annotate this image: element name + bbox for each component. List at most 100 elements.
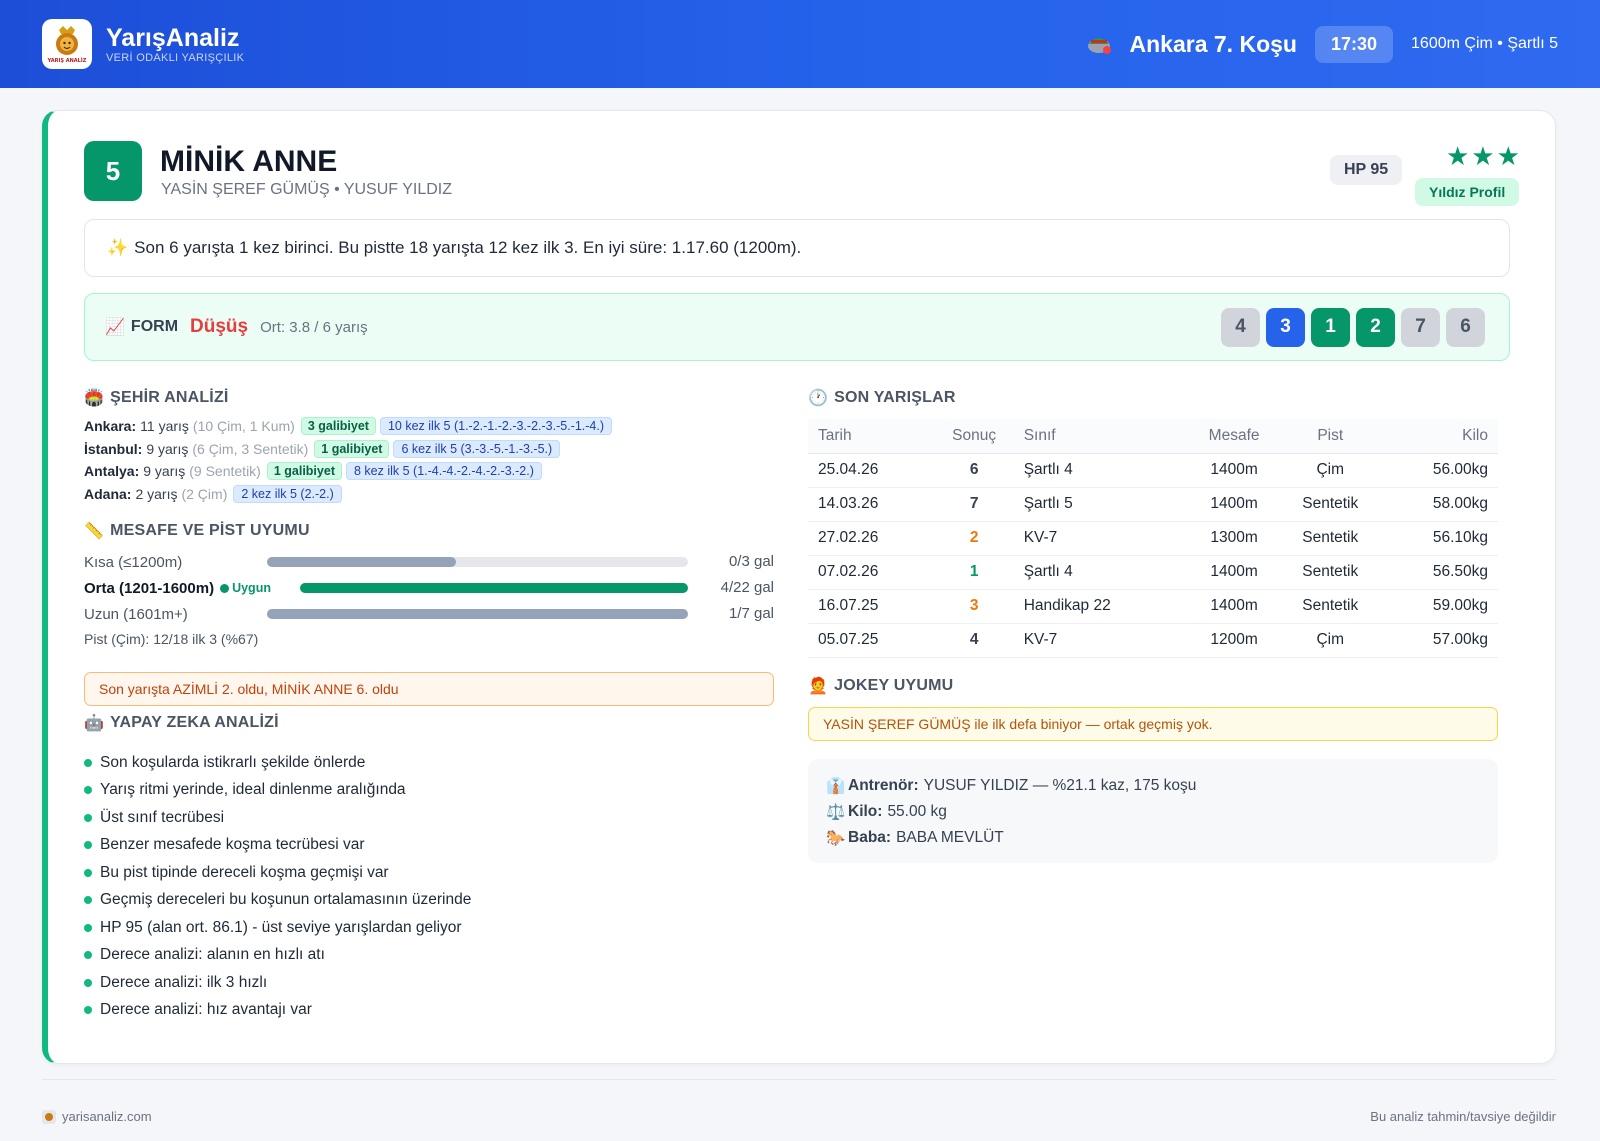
footer-site[interactable]: yarisanaliz.com [42, 1109, 152, 1124]
table-row[interactable]: 27.02.26 2 KV-7 1300m Sentetik 56.10kg [808, 521, 1498, 556]
city-race-count: 9 yarış [143, 463, 186, 480]
hp-badge: HP 95 [1330, 155, 1403, 185]
robot-icon: 🤖 [84, 715, 105, 732]
form-result-pill: 2 [1356, 307, 1395, 347]
weight-label: Kilo: [848, 803, 883, 820]
ai-item-text: Derece analizi: hız avantajı var [100, 1001, 312, 1019]
table-row[interactable]: 14.03.26 7 Şartlı 5 1400m Sentetik 58.00kg [808, 487, 1498, 522]
col-date[interactable]: Tarih [808, 419, 935, 454]
cell-class: Şartlı 5 [1013, 487, 1189, 522]
bullet-dot-icon [84, 896, 92, 905]
brand-logo[interactable]: YARIŞ ANALİZ [42, 19, 92, 69]
table-row[interactable]: 05.07.25 4 KV-7 1200m Çim 57.00kg [808, 623, 1498, 658]
list-item: Son koşularda istikrarlı şekilde önlerde [84, 749, 471, 777]
list-item: Derece analizi: alanın en hızlı atı [84, 942, 471, 970]
cell-result: 4 [934, 623, 1014, 658]
summary-box: ✨ Son 6 yarışta 1 kez birinci. Bu pistte… [84, 219, 1510, 277]
distance-bar-track [267, 609, 688, 619]
clock-icon: 🕐 [808, 390, 829, 407]
ai-item-text: Derece analizi: ilk 3 hızlı [100, 973, 268, 991]
bullet-dot-icon [84, 813, 92, 822]
top-header: YARIŞ ANALİZ YarışAnaliz VERİ ODAKLI YAR… [0, 0, 1600, 88]
distance-value: 0/3 gal [728, 553, 774, 570]
jockey-fit-title-text: JOKEY UYUMU [834, 677, 954, 694]
cell-track: Çim [1279, 453, 1381, 488]
list-item: Üst sınıf tecrübesi [84, 804, 471, 832]
city-track-detail: (9 Sentetik) [189, 463, 261, 480]
city-name: İstanbul: [84, 440, 143, 457]
table-header-row: Tarih Sonuç Sınıf Mesafe Pist Kilo [808, 419, 1498, 454]
cell-result: 1 [934, 555, 1014, 590]
form-label-text: FORM [130, 318, 179, 335]
weight-value: 55.00 kg [887, 803, 947, 820]
lion-logo-icon: YARIŞ ANALİZ [47, 26, 87, 64]
track-fit-line: Pist (Çim): 12/18 ilk 3 (%67) [84, 631, 259, 647]
cell-date: 16.07.25 [808, 589, 935, 624]
stadium-icon: 🏟️ [84, 390, 105, 407]
col-result[interactable]: Sonuç [934, 419, 1014, 454]
ai-analysis-list: Son koşularda istikrarlı şekilde önlerde… [84, 749, 471, 1024]
footer-divider [42, 1079, 1556, 1080]
footer-site-text[interactable]: yarisanaliz.com [62, 1109, 152, 1124]
distance-title-text: MESAFE VE PİST UYUMU [110, 522, 310, 539]
top5-badge: 6 kez ilk 5 (3.-3.-5.-1.-3.-5.) [393, 439, 561, 458]
list-item: Yarış ritmi yerinde, ideal dinlenme aral… [84, 777, 471, 805]
col-distance[interactable]: Mesafe [1188, 419, 1280, 454]
horse-card: 5 MİNİK ANNE YASİN ŞEREF GÜMÜŞ • YUSUF Y… [42, 110, 1556, 1064]
table-row[interactable]: 16.07.25 3 Handikap 22 1400m Sentetik 59.00kg [808, 589, 1498, 624]
list-item: Derece analizi: ilk 3 hızlı [84, 969, 471, 997]
star-profile-badge: Yıldız Profil [1415, 178, 1520, 206]
col-class[interactable]: Sınıf [1013, 419, 1189, 454]
col-track[interactable]: Pist [1279, 419, 1381, 454]
sire-label: Baba: [848, 829, 892, 846]
top5-badge: 8 kez ilk 5 (1.-4.-4.-2.-4.-2.-3.-2.) [345, 462, 542, 481]
distance-value: 4/22 gal [720, 579, 774, 596]
ai-analysis-title-text: YAPAY ZEKA ANALİZİ [110, 714, 279, 731]
recent-races-title: 🕐 SON YARIŞLAR [808, 388, 956, 408]
race-meta: 1600m Çim • Şartlı 5 [1411, 35, 1558, 52]
horse-details-box: 👔 Antrenör: YUSUF YILDIZ — %21.1 kaz, 17… [808, 759, 1498, 863]
sparkle-icon: ✨ [107, 238, 129, 257]
cell-distance: 1200m [1188, 623, 1280, 658]
distance-label: Kısa (≤1200m) [84, 553, 183, 571]
bullet-dot-icon [84, 951, 92, 960]
status-dot-icon [220, 583, 230, 593]
weight-row: ⚖️ Kilo: 55.00 kg [826, 799, 1480, 825]
form-results: 431276 [1215, 307, 1485, 347]
cell-result: 3 [934, 589, 1014, 624]
cell-class: KV-7 [1013, 521, 1189, 556]
city-name: Antalya: [84, 463, 140, 480]
distance-label: Uzun (1601m+) [84, 605, 188, 623]
cell-distance: 1400m [1188, 453, 1280, 488]
form-result-pill: 1 [1311, 307, 1350, 347]
wins-badge: 1 galibiyet [266, 462, 342, 481]
form-result-pill: 6 [1446, 307, 1485, 347]
cell-result: 7 [934, 487, 1014, 522]
jockey-cap-icon [1087, 38, 1111, 54]
list-item: Benzer mesafede koşma tecrübesi var [84, 832, 471, 860]
table-row[interactable]: 07.02.26 1 Şartlı 4 1400m Sentetik 56.50kg [808, 555, 1498, 590]
ai-item-text: HP 95 (alan ort. 86.1) - üst seviye yarı… [100, 918, 462, 936]
bullet-dot-icon [84, 978, 92, 987]
city-analysis-title: 🏟️ ŞEHİR ANALİZİ [84, 388, 229, 408]
city-track-detail: (10 Çim, 1 Kum) [192, 418, 295, 435]
form-result-pill: 7 [1401, 307, 1440, 347]
bullet-dot-icon [84, 868, 92, 877]
table-row[interactable]: 25.04.26 6 Şartlı 4 1400m Çim 56.00kg [808, 453, 1498, 488]
ruler-icon: 📏 [84, 523, 105, 540]
city-name: Ankara: [84, 418, 137, 435]
cell-weight: 57.00kg [1380, 623, 1498, 658]
race-info: Ankara 7. Koşu 17:30 1600m Çim • Şartlı … [1086, 25, 1558, 63]
bullet-dot-icon [84, 923, 92, 932]
form-result-pill: 4 [1221, 307, 1260, 347]
cell-date: 05.07.25 [808, 623, 935, 658]
logo-text: YARIŞ ANALİZ [47, 57, 87, 64]
distance-title: 📏 MESAFE VE PİST UYUMU [84, 521, 310, 541]
city-analysis-list: Ankara: 11 yarış (10 Çim, 1 Kum) 3 galibiye… [84, 415, 784, 505]
city-track-detail: (2 Çim) [181, 485, 228, 502]
col-weight[interactable]: Kilo [1380, 419, 1498, 454]
cell-date: 25.04.26 [808, 453, 935, 488]
form-result-pill: 3 [1266, 307, 1305, 347]
top5-badge: 2 kez ilk 5 (2.-2.) [233, 484, 342, 503]
recent-races-title-text: SON YARIŞLAR [834, 389, 956, 406]
